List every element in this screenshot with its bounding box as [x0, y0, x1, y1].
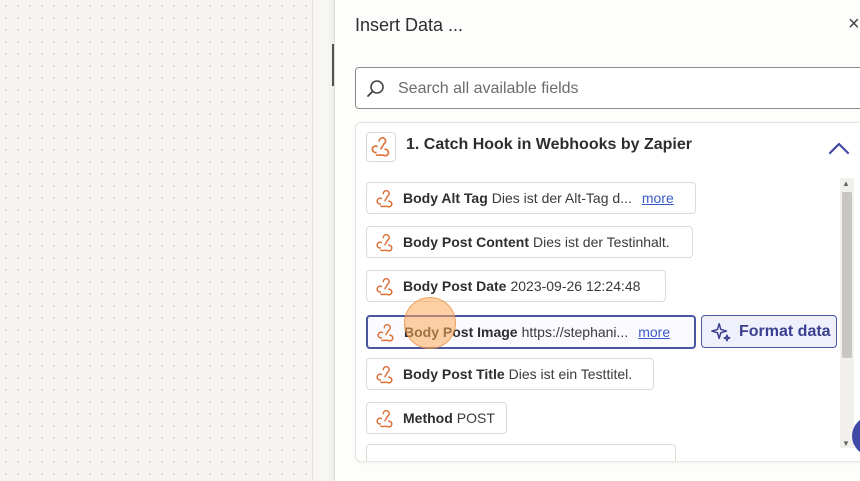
scroll-up-icon[interactable]: ▲: [842, 179, 850, 188]
webhook-icon: [376, 409, 393, 428]
editor-canvas: [0, 0, 312, 481]
list-item[interactable]: Method POST: [366, 402, 507, 434]
search-field[interactable]: [355, 67, 860, 109]
more-link[interactable]: more: [638, 324, 670, 340]
field-value: POST: [456, 410, 495, 426]
step-card: 1. Catch Hook in Webhooks by Zapier Body…: [355, 122, 860, 462]
field-name: Body Post Image: [404, 324, 518, 340]
format-data-button[interactable]: Format data: [701, 315, 837, 348]
field-name: Body Post Content: [403, 234, 529, 250]
list-item[interactable]: Body Post Title Dies ist ein Testtitel.: [366, 358, 654, 390]
more-link[interactable]: more: [642, 190, 674, 206]
list-item-partial[interactable]: [366, 444, 676, 461]
sparkle-icon: [711, 322, 731, 341]
field-value: Dies ist der Alt-Tag d...: [491, 190, 632, 206]
field-value: 2023-09-26 12:24:48: [510, 278, 641, 294]
webhook-icon: [377, 323, 394, 342]
webhook-icon: [376, 189, 393, 208]
field-value: Dies ist ein Testtitel.: [508, 366, 633, 382]
format-data-label: Format data: [739, 322, 831, 340]
field-name: Body Alt Tag: [403, 190, 488, 206]
webhook-icon: [376, 365, 393, 384]
field-value: Dies ist der Testinhalt.: [533, 234, 670, 250]
field-value: https://stephani...: [521, 324, 629, 340]
webhook-icon: [376, 233, 393, 252]
webhook-icon: [376, 277, 393, 296]
field-name: Body Post Title: [403, 366, 505, 382]
popup-title: Insert Data ...: [355, 15, 464, 35]
list-item[interactable]: Body Post Content Dies ist der Testinhal…: [366, 226, 693, 258]
field-name: Method: [403, 410, 453, 426]
search-input[interactable]: [396, 76, 860, 102]
scroll-down-icon[interactable]: ▼: [842, 439, 850, 448]
field-name: Body Post Date: [403, 278, 507, 294]
step-editor-panel: [312, 0, 335, 481]
list-item[interactable]: Body Alt Tag Dies ist der Alt-Tag d... m…: [366, 182, 696, 214]
close-icon[interactable]: ×: [848, 13, 860, 36]
field-list: Body Alt Tag Dies ist der Alt-Tag d... m…: [356, 123, 860, 461]
list-item-selected[interactable]: Body Post Image https://stephani... more: [366, 315, 696, 349]
list-item[interactable]: Body Post Date 2023-09-26 12:24:48: [366, 270, 666, 302]
insert-data-popup: Insert Data ... × 1. Catch Hook in Webho…: [334, 0, 860, 481]
scrollbar-thumb[interactable]: [842, 192, 852, 358]
search-icon: [367, 80, 384, 97]
scrollbar[interactable]: ▲ ▼: [840, 178, 854, 448]
